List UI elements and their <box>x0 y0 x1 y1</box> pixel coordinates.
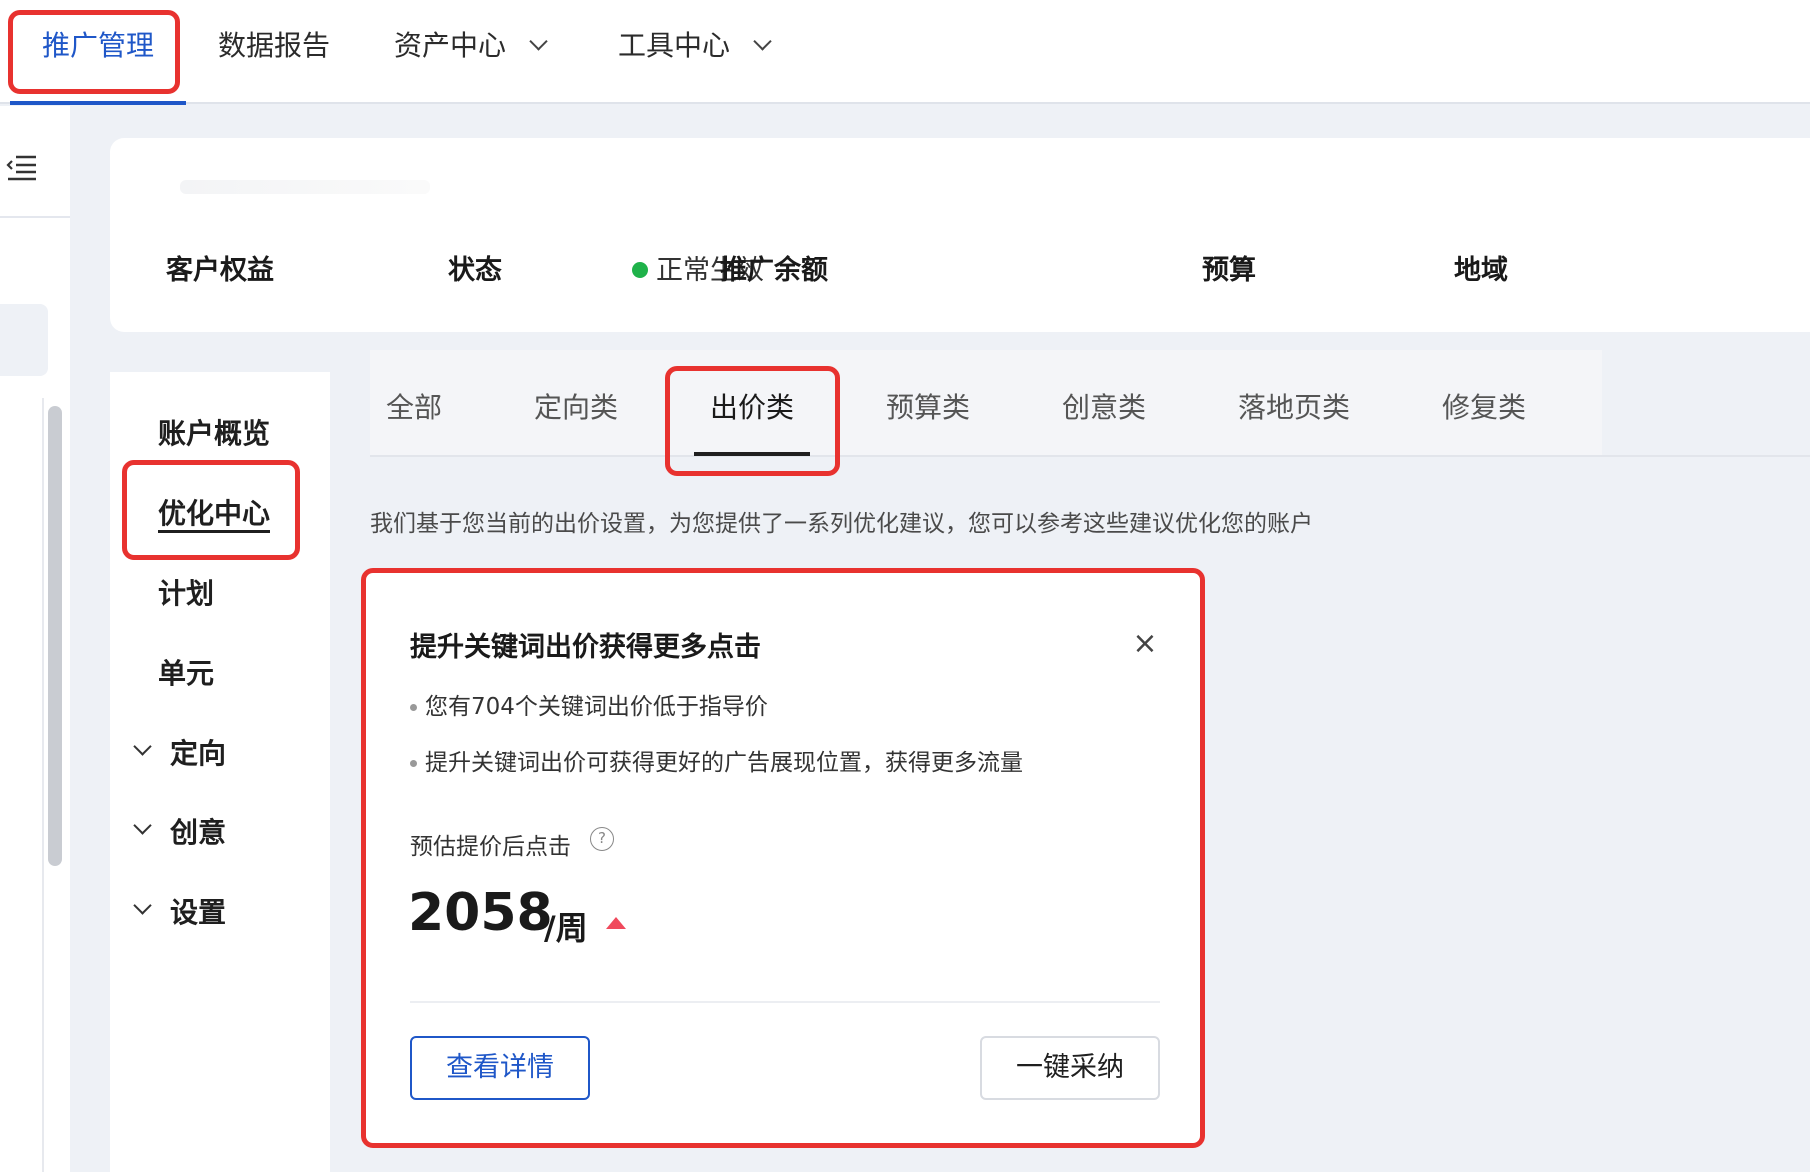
scrollbar-track <box>42 398 44 1172</box>
menu-collapse-icon[interactable] <box>6 154 38 182</box>
menu-item-plan[interactable]: 计划 <box>158 572 214 612</box>
chevron-down-icon <box>133 737 152 756</box>
highlight-suggestion-card <box>361 568 1205 1148</box>
rail-selected-item[interactable] <box>0 304 48 376</box>
intro-text: 我们基于您当前的出价设置，为您提供了一系列优化建议，您可以参考这些建议优化您的账… <box>370 511 1313 537</box>
account-summary-card: 客户权益 状态 正常生效 推广余额 预算 地域 <box>110 138 1810 332</box>
tab-creative[interactable]: 创意类 <box>1062 386 1146 426</box>
status-label: 状态 <box>448 255 502 286</box>
nav-item-asset-center[interactable]: 资产中心 <box>394 24 548 68</box>
highlight-menu-optimization <box>122 460 300 560</box>
menu-item-account-overview[interactable]: 账户概览 <box>158 412 270 452</box>
nav-item-data-reports[interactable]: 数据报告 <box>218 24 330 68</box>
menu-item-settings[interactable]: 设置 <box>170 891 226 931</box>
menu-item-unit[interactable]: 单元 <box>158 652 214 692</box>
menu-item-creative[interactable]: 创意 <box>170 811 226 851</box>
chevron-down-icon <box>753 32 772 51</box>
tab-all[interactable]: 全部 <box>386 386 442 426</box>
status-dot-icon <box>632 262 648 278</box>
scrollbar-thumb[interactable] <box>48 406 62 866</box>
tab-repair[interactable]: 修复类 <box>1442 386 1526 426</box>
tab-targeting[interactable]: 定向类 <box>534 386 618 426</box>
rail-divider <box>0 216 70 218</box>
chevron-down-icon <box>529 32 548 51</box>
highlight-tab-bidding <box>665 366 840 476</box>
nav-item-label: 资产中心 <box>394 29 507 62</box>
tab-landing-page[interactable]: 落地页类 <box>1238 386 1350 426</box>
customer-rights-label[interactable]: 客户权益 <box>166 248 274 287</box>
top-nav-bar: 推广管理 数据报告 资产中心 工具中心 <box>0 0 1810 105</box>
budget-label: 预算 <box>1202 255 1256 286</box>
tab-budget[interactable]: 预算类 <box>886 386 970 426</box>
account-title-placeholder <box>180 180 430 194</box>
nav-active-indicator <box>10 101 186 105</box>
left-rail <box>0 106 70 1172</box>
chevron-down-icon <box>133 816 152 835</box>
nav-item-label: 数据报告 <box>218 29 331 62</box>
chevron-down-icon <box>133 896 152 915</box>
menu-item-targeting[interactable]: 定向 <box>170 732 226 772</box>
region-label: 地域 <box>1454 255 1508 286</box>
tabs-divider <box>370 455 1810 457</box>
highlight-nav-promotion <box>8 10 180 94</box>
nav-item-tool-center[interactable]: 工具中心 <box>618 24 772 68</box>
balance-label: 推广余额 <box>720 255 828 286</box>
nav-item-label: 工具中心 <box>618 29 731 62</box>
